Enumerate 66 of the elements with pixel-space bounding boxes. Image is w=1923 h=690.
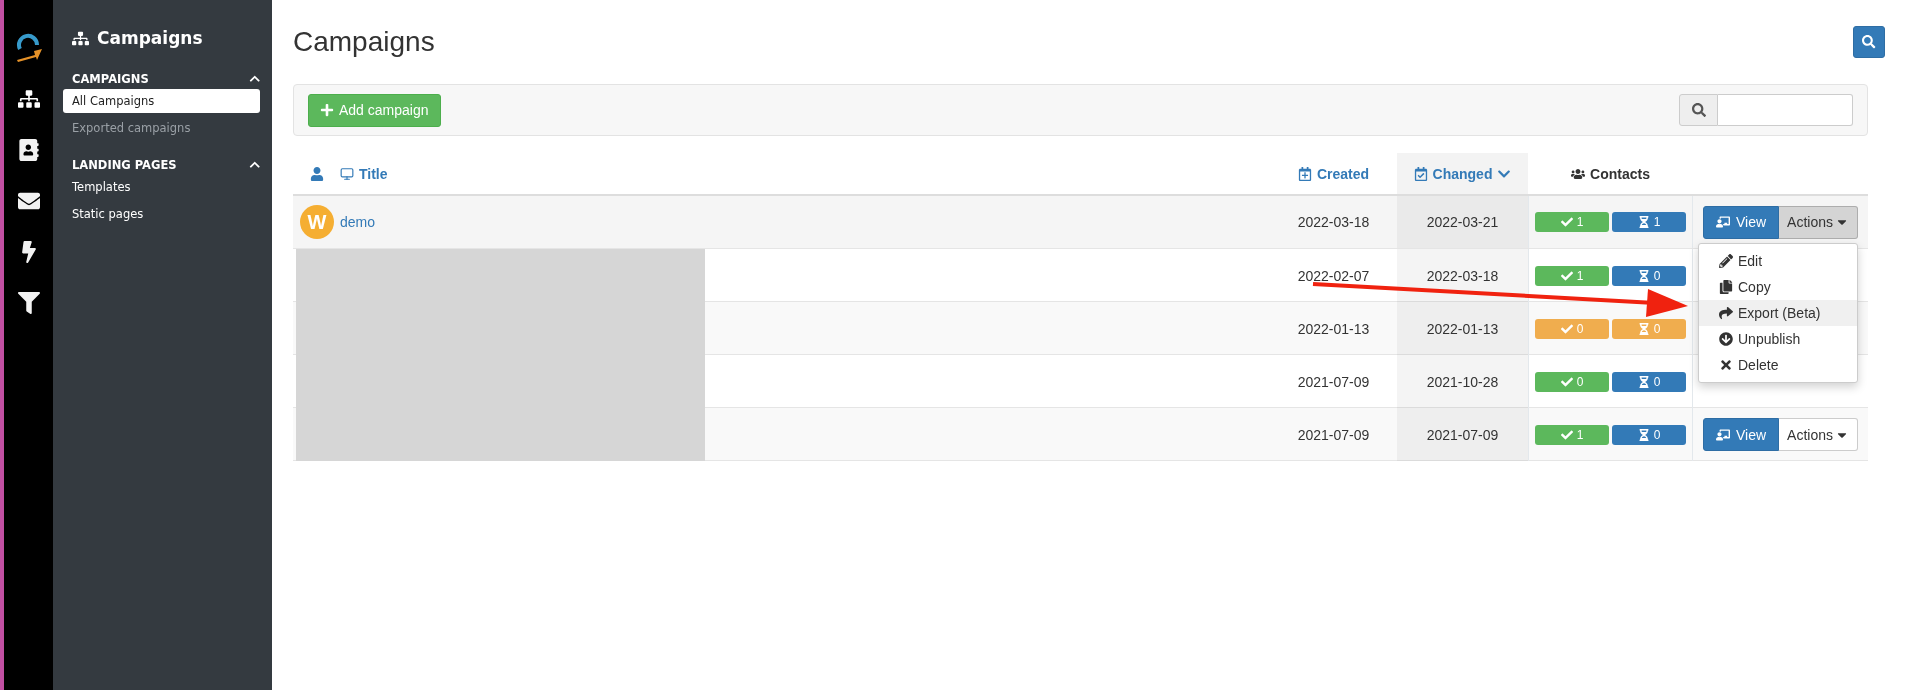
cross-icon bbox=[1719, 357, 1733, 372]
section-heading: LANDING PAGES bbox=[72, 158, 177, 172]
calendar-check-icon bbox=[1413, 166, 1428, 181]
table-cell: 2022-02-07 bbox=[1297, 267, 1370, 284]
menu-item[interactable]: Unpublish bbox=[1699, 325, 1857, 352]
column-header[interactable]: Title bbox=[359, 165, 388, 182]
table-cell: 2022-03-18 bbox=[1426, 267, 1499, 284]
count-badge: 0 bbox=[1612, 318, 1686, 339]
sidebar-item[interactable]: Templates bbox=[63, 175, 260, 199]
column-header[interactable]: Created bbox=[1316, 165, 1370, 182]
copy-icon bbox=[1719, 279, 1733, 294]
sitemap-icon[interactable] bbox=[17, 87, 40, 110]
chevron-up-icon[interactable] bbox=[248, 73, 260, 85]
count-badge: 0 bbox=[1612, 371, 1686, 392]
count-badge: 1 bbox=[1612, 212, 1686, 232]
search-icon bbox=[1862, 35, 1876, 49]
table-cell: 2021-10-28 bbox=[1426, 373, 1499, 390]
search-icon bbox=[1691, 103, 1706, 117]
sitemap-icon bbox=[72, 29, 89, 47]
page-title: Campaigns bbox=[293, 26, 435, 58]
funnel-icon[interactable] bbox=[17, 291, 40, 314]
table-cell: 2022-03-21 bbox=[1426, 214, 1499, 230]
count-badge: 1 bbox=[1535, 212, 1609, 232]
menu-item[interactable]: Delete bbox=[1699, 351, 1857, 378]
actions-button[interactable]: Actions bbox=[1779, 418, 1858, 451]
count-badge: 0 bbox=[1612, 265, 1686, 286]
user-icon[interactable] bbox=[309, 166, 324, 181]
count-badge: 0 bbox=[1535, 371, 1609, 392]
sidebar-item[interactable]: All Campaigns bbox=[63, 89, 260, 113]
menu-item[interactable]: Export (Beta) bbox=[1699, 299, 1857, 326]
column-header[interactable]: Changed bbox=[1432, 165, 1493, 182]
view-button[interactable]: View bbox=[1703, 418, 1780, 451]
logo-icon[interactable] bbox=[14, 32, 43, 63]
section-heading: CAMPAIGNS bbox=[72, 72, 149, 86]
sidebar-title: Campaigns bbox=[97, 28, 203, 48]
count-badge: 1 bbox=[1535, 265, 1609, 286]
search-field[interactable] bbox=[1718, 94, 1853, 126]
count-badge: 0 bbox=[1612, 424, 1686, 445]
table-cell: 2022-01-13 bbox=[1297, 320, 1370, 337]
plus-icon bbox=[320, 103, 334, 117]
circle-down-icon bbox=[1719, 331, 1733, 346]
sidebar-item[interactable]: Static pages bbox=[63, 202, 260, 226]
column-header: Contacts bbox=[1590, 165, 1650, 182]
actions-button[interactable]: Actions bbox=[1779, 205, 1858, 239]
view-button[interactable]: View bbox=[1703, 205, 1780, 239]
table-cell: 2022-03-18 bbox=[1297, 214, 1370, 230]
table-cell: 2021-07-09 bbox=[1297, 426, 1370, 443]
table-cell: 2022-01-13 bbox=[1426, 320, 1499, 337]
users-icon bbox=[1571, 166, 1586, 181]
table-cell: 2021-07-09 bbox=[1297, 373, 1370, 390]
count-badge: 0 bbox=[1535, 318, 1609, 339]
pencil-icon bbox=[1719, 253, 1733, 268]
share-arrow-icon bbox=[1719, 305, 1733, 320]
campaign-link[interactable]: demo bbox=[340, 214, 376, 230]
table-cell: 2021-07-09 bbox=[1426, 426, 1499, 443]
presentation-icon bbox=[1716, 427, 1730, 442]
contact-book-icon[interactable] bbox=[17, 138, 40, 161]
search-button[interactable] bbox=[1853, 26, 1885, 58]
monitor-icon bbox=[340, 166, 354, 181]
menu-item[interactable]: Copy bbox=[1699, 273, 1857, 300]
chevron-up-icon[interactable] bbox=[248, 159, 260, 171]
presentation-icon bbox=[1716, 215, 1730, 229]
avatar: W bbox=[300, 205, 334, 239]
count-badge: 1 bbox=[1535, 424, 1609, 445]
calendar-plus-icon bbox=[1297, 166, 1312, 181]
menu-item[interactable]: Edit bbox=[1699, 247, 1857, 274]
